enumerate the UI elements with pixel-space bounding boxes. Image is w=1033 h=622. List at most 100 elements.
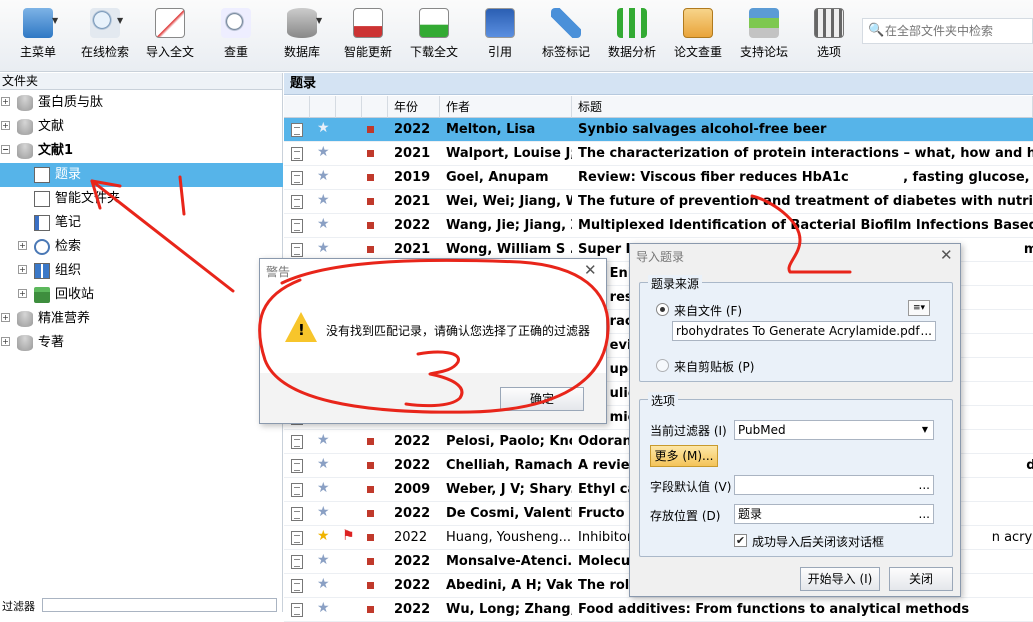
search-icon: 🔍 <box>868 23 885 38</box>
tree-item-references[interactable]: 题录 <box>0 163 283 187</box>
tag-button[interactable]: 标签标记 <box>539 4 593 62</box>
cell-year: 2022 <box>394 554 431 569</box>
star-icon[interactable]: ★ <box>317 144 330 160</box>
column-header-star[interactable] <box>310 96 336 118</box>
expand-icon[interactable]: + <box>1 337 10 346</box>
star-icon[interactable]: ★ <box>317 432 330 448</box>
tree-item-precision-nutrition[interactable]: + 精准营养 <box>0 307 283 331</box>
cell-author: Chelliah, Ramacha <box>446 458 572 473</box>
file-menu-icon[interactable]: ≡▾ <box>908 300 930 316</box>
start-import-button[interactable]: 开始导入 (I) <box>800 567 880 591</box>
smart-update-icon <box>353 8 383 38</box>
table-row[interactable]: ★ 2022 Wang, Jie; Jiang, Z Multiplexed Iden… <box>284 214 1033 238</box>
star-icon[interactable]: ★ <box>317 528 330 544</box>
star-icon[interactable]: ★ <box>317 600 330 616</box>
online-search-button[interactable]: 在线检索 <box>78 4 132 62</box>
column-header-title[interactable]: 标题 <box>572 96 1033 118</box>
expand-icon[interactable]: + <box>1 121 10 130</box>
expand-icon[interactable]: + <box>1 313 10 322</box>
star-icon[interactable]: ★ <box>317 576 330 592</box>
tree-item-protein-peptide[interactable]: + 蛋白质与肽 <box>0 91 283 115</box>
star-icon[interactable]: ★ <box>317 216 330 232</box>
star-icon[interactable]: ★ <box>317 504 330 520</box>
field-default-input[interactable]: ... <box>734 475 934 495</box>
search-box[interactable]: 🔍 <box>862 18 1033 44</box>
forum-button[interactable]: 支持论坛 <box>737 4 791 62</box>
tree-item-trash[interactable]: + 回收站 <box>0 283 283 307</box>
column-header-year[interactable]: 年份 <box>388 96 440 118</box>
store-location-field[interactable]: 题录 ... <box>734 504 934 524</box>
smart-update-button[interactable]: 智能更新 <box>340 4 396 62</box>
from-clipboard-radio[interactable] <box>656 359 669 372</box>
database-icon <box>17 143 33 159</box>
document-icon <box>291 123 303 137</box>
data-analysis-button[interactable]: 数据分析 <box>605 4 659 62</box>
tree-item-smart-folder[interactable]: 智能文件夹 <box>0 187 283 211</box>
from-file-radio[interactable] <box>656 303 669 316</box>
table-row[interactable]: ★ 2021 Walport, Louise J; The characterizat… <box>284 142 1033 166</box>
close-icon[interactable]: ✕ <box>584 261 597 279</box>
tree-item-literature[interactable]: + 文献 <box>0 115 283 139</box>
expand-icon[interactable]: + <box>18 289 27 298</box>
star-icon[interactable]: ★ <box>317 240 330 256</box>
tree-item-organize[interactable]: + 组织 <box>0 259 283 283</box>
import-fulltext-button[interactable]: 导入全文 <box>143 4 197 62</box>
expand-icon[interactable]: + <box>18 241 27 250</box>
duplicate-check-button[interactable]: 查重 <box>216 4 256 62</box>
star-icon[interactable]: ★ <box>317 168 330 184</box>
tree-item-monograph[interactable]: + 专著 <box>0 331 283 355</box>
cite-button[interactable]: 引用 <box>481 4 519 62</box>
tree-item-literature1[interactable]: − 文献1 <box>0 139 283 163</box>
table-row[interactable]: ★ 2019 Goel, Anupam Review: Viscous fiber r… <box>284 166 1033 190</box>
download-fulltext-icon <box>419 8 449 38</box>
download-fulltext-button[interactable]: 下载全文 <box>407 4 461 62</box>
star-icon[interactable]: ★ <box>317 552 330 568</box>
paper-check-button[interactable]: 论文查重 <box>671 4 725 62</box>
collapse-icon[interactable]: − <box>1 145 10 154</box>
main-menu-button[interactable]: 主菜单 <box>14 4 62 62</box>
column-header-mark[interactable] <box>362 96 388 118</box>
star-icon[interactable]: ★ <box>317 120 330 136</box>
column-header-author[interactable]: 作者 <box>440 96 572 118</box>
close-after-import-checkbox[interactable]: ✔ <box>734 534 747 547</box>
table-row[interactable]: ★ 2022 Wu, Long; Zhang, Food additives: Fro… <box>284 598 1033 622</box>
browse-button[interactable]: ... <box>919 476 930 494</box>
chevron-down-icon[interactable]: ▼ <box>117 16 123 25</box>
cell-title: Review: Viscous fiber reduces HbA1c , fa… <box>578 170 1030 185</box>
cell-year: 2022 <box>394 434 431 449</box>
expand-icon[interactable]: + <box>1 97 10 106</box>
tree-item-notes[interactable]: 笔记 <box>0 211 283 235</box>
star-icon[interactable]: ★ <box>317 480 330 496</box>
filter-field[interactable] <box>42 598 277 612</box>
close-icon[interactable]: ✕ <box>940 246 953 264</box>
tree-item-search[interactable]: + 检索 <box>0 235 283 259</box>
ok-button[interactable]: 确定 <box>500 387 584 411</box>
chevron-down-icon[interactable]: ▼ <box>52 16 58 25</box>
note-icon <box>34 215 50 231</box>
column-header-type[interactable] <box>284 96 310 118</box>
database-button[interactable]: 数据库 <box>280 4 324 62</box>
filter-select[interactable]: PubMed ▼ <box>734 420 934 440</box>
browse-button[interactable]: ... <box>919 505 930 523</box>
search-input[interactable] <box>885 22 1030 40</box>
document-icon <box>291 195 303 209</box>
table-row[interactable]: ★ 2022 Melton, Lisa Synbio salvages alcohol… <box>284 118 1033 142</box>
expand-icon[interactable]: + <box>18 265 27 274</box>
import-dialog: 导入题录 ✕ 题录来源 来自文件 (F) ≡▾ rbohydrates To G… <box>629 243 961 597</box>
read-status-icon <box>367 174 374 181</box>
cite-icon <box>485 8 515 38</box>
file-path-field[interactable]: rbohydrates To Generate Acrylamide.pdf .… <box>672 321 936 341</box>
star-icon[interactable]: ★ <box>317 192 330 208</box>
more-button[interactable]: 更多 (M)... <box>650 445 718 467</box>
chevron-down-icon[interactable]: ▼ <box>316 16 322 25</box>
options-button[interactable]: 选项 <box>812 4 846 62</box>
browse-button[interactable]: ... <box>921 322 932 340</box>
close-button[interactable]: 关闭 <box>889 567 953 591</box>
flag-icon[interactable]: ⚑ <box>342 528 355 544</box>
table-row[interactable]: ★ 2021 Wei, Wei; Jiang, W The future of pre… <box>284 190 1033 214</box>
column-header-flag[interactable] <box>336 96 362 118</box>
smart-folder-icon <box>34 191 50 207</box>
cell-author: Weber, J V; Shary. <box>446 482 572 497</box>
star-icon[interactable]: ★ <box>317 456 330 472</box>
cell-author: Abedini, A H; Vaki <box>446 578 572 593</box>
